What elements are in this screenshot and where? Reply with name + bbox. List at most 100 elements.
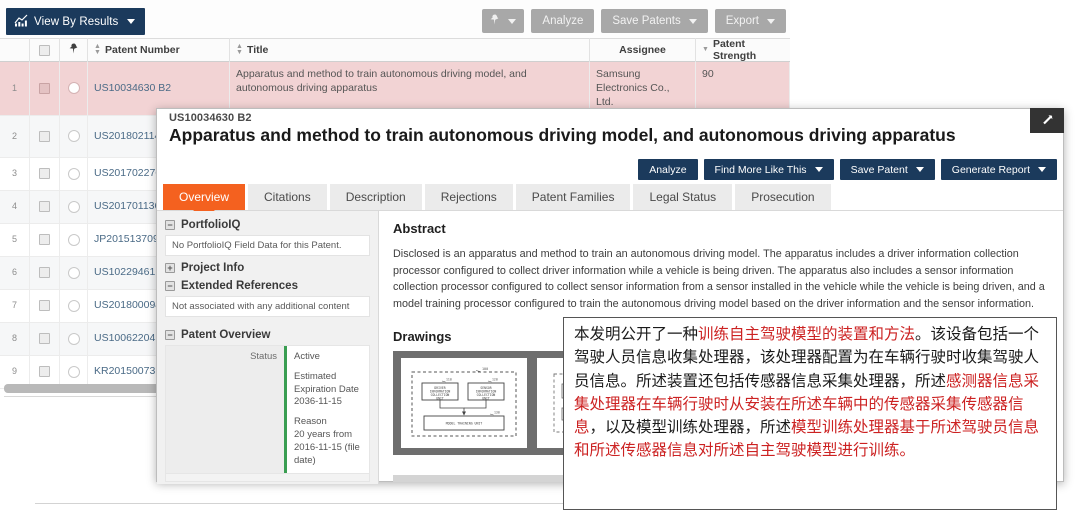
row-checkbox[interactable] <box>39 234 50 246</box>
row-number: 6 <box>0 256 30 289</box>
portfolioiq-empty-message: No PortfolioIQ Field Data for this Paten… <box>165 235 370 256</box>
save-patent-label: Save Patent <box>850 163 908 176</box>
row-pin-cell[interactable] <box>60 157 88 190</box>
row-pin-cell[interactable] <box>60 289 88 322</box>
row-checkbox-cell[interactable] <box>30 223 60 256</box>
find-more-like-this-button[interactable]: Find More Like This <box>703 159 834 180</box>
row-number: 9 <box>0 355 30 388</box>
generate-report-button[interactable]: Generate Report <box>940 159 1057 180</box>
extended-references-empty-message: Not associated with any additional conte… <box>165 296 370 317</box>
collapse-minus-icon[interactable]: − <box>165 281 175 291</box>
row-checkbox-cell[interactable] <box>30 115 60 157</box>
pin-toggle[interactable] <box>67 82 80 95</box>
row-pin-cell[interactable] <box>60 190 88 223</box>
row-checkbox-cell[interactable] <box>30 256 60 289</box>
row-number: 1 <box>0 62 30 115</box>
save-patents-button[interactable]: Save Patents <box>601 9 708 33</box>
tab-rejections[interactable]: Rejections <box>424 184 513 210</box>
col-rownum <box>0 38 30 62</box>
pin-toggle[interactable] <box>67 130 80 143</box>
patent-overview-status-card: Status Active Estimated Expiration Date … <box>165 345 370 474</box>
col-patent-number[interactable]: ▲ ▼ Patent Number <box>88 38 230 62</box>
drawing-thumbnail[interactable]: 100 DRIVER INFORMATION COLLECTION UNIT 1… <box>401 357 527 448</box>
tab-description[interactable]: Description <box>329 184 422 210</box>
row-checkbox-cell[interactable] <box>30 355 60 388</box>
row-checkbox[interactable] <box>39 267 50 279</box>
tab-legal-status[interactable]: Legal Status <box>633 184 733 210</box>
export-button[interactable]: Export <box>714 9 786 33</box>
row-checkbox[interactable] <box>39 82 50 94</box>
svg-text:UNIT: UNIT <box>482 396 490 400</box>
pin-toggle[interactable] <box>67 299 80 312</box>
results-toolbar: View By Results Analyze Save Patents Exp… <box>0 0 790 38</box>
chevron-down-icon <box>688 18 697 24</box>
tab-overview[interactable]: Overview <box>163 184 246 210</box>
expiration-label: Estimated Expiration Date <box>294 370 359 395</box>
tab-prosecution[interactable]: Prosecution <box>735 184 831 210</box>
pin-toggle[interactable] <box>67 233 80 246</box>
col-patent-strength[interactable]: ▼ Patent Strength <box>696 38 790 62</box>
row-checkbox-cell[interactable] <box>30 322 60 355</box>
row-pin-cell[interactable] <box>60 256 88 289</box>
col-pin[interactable] <box>60 38 88 62</box>
pin-toggle[interactable] <box>67 200 80 213</box>
col-select-all[interactable] <box>30 38 60 62</box>
section-extended-references-label: Extended References <box>181 280 298 292</box>
row-number: 5 <box>0 223 30 256</box>
cell-title[interactable]: Apparatus and method to train autonomous… <box>230 62 590 115</box>
row-checkbox[interactable] <box>39 300 50 312</box>
toolbar-right-actions: Analyze Save Patents Export <box>482 9 786 33</box>
tab-patent-families[interactable]: Patent Families <box>515 184 631 210</box>
pin-dropdown-button[interactable] <box>482 9 525 33</box>
row-checkbox[interactable] <box>39 168 50 180</box>
find-more-like-this-label: Find More Like This <box>714 163 807 176</box>
row-pin-cell[interactable] <box>60 223 88 256</box>
sort-icon: ▲ ▼ <box>236 43 243 56</box>
row-checkbox-cell[interactable] <box>30 190 60 223</box>
tooltip-segment: 本发明公开了一种 <box>574 325 699 343</box>
translation-tooltip: 本发明公开了一种训练自主驾驶模型的装置和方法。该设备包括一个驾驶人员信息收集处理… <box>563 317 1057 510</box>
pin-toggle[interactable] <box>67 266 80 279</box>
tab-citations[interactable]: Citations <box>248 184 327 210</box>
row-pin-cell[interactable] <box>60 115 88 157</box>
analyze-button[interactable]: Analyze <box>638 159 698 180</box>
row-checkbox-cell[interactable] <box>30 289 60 322</box>
section-patent-overview[interactable]: − Patent Overview <box>165 329 370 341</box>
row-number: 7 <box>0 289 30 322</box>
section-extended-references[interactable]: − Extended References <box>165 280 370 292</box>
expand-plus-icon[interactable]: + <box>165 263 175 273</box>
row-checkbox-cell[interactable] <box>30 62 60 115</box>
section-project-info[interactable]: + Project Info <box>165 262 370 274</box>
view-by-results-button[interactable]: View By Results <box>6 8 146 35</box>
row-checkbox[interactable] <box>39 366 50 378</box>
chevron-down-icon <box>508 18 517 24</box>
svg-text:MODEL TRAINING UNIT: MODEL TRAINING UNIT <box>446 421 483 425</box>
svg-text:110: 110 <box>446 377 452 381</box>
collapse-minus-icon[interactable]: − <box>165 330 175 340</box>
chart-bars-icon <box>14 14 28 30</box>
section-portfolioiq-label: PortfolioIQ <box>181 219 241 231</box>
pin-toggle[interactable] <box>67 365 80 378</box>
row-pin-cell[interactable] <box>60 62 88 115</box>
overlay-patent-number: US10034630 B2 <box>169 112 252 124</box>
row-checkbox[interactable] <box>39 201 50 213</box>
chevron-down-icon <box>915 167 924 172</box>
collapse-minus-icon[interactable]: − <box>165 220 175 230</box>
row-pin-cell[interactable] <box>60 322 88 355</box>
row-number: 4 <box>0 190 30 223</box>
row-pin-cell[interactable] <box>60 355 88 388</box>
analyze-button[interactable]: Analyze <box>531 9 595 33</box>
view-by-results-label: View By Results <box>34 15 119 28</box>
col-assignee[interactable]: Assignee <box>590 38 696 62</box>
select-all-checkbox[interactable] <box>39 44 50 56</box>
row-checkbox[interactable] <box>39 130 50 142</box>
row-checkbox[interactable] <box>39 333 50 345</box>
col-title[interactable]: ▲ ▼ Title <box>230 38 590 62</box>
pin-toggle[interactable] <box>67 167 80 180</box>
pin-toggle[interactable] <box>67 332 80 345</box>
section-portfolioiq[interactable]: − PortfolioIQ <box>165 219 370 231</box>
chevron-down-icon <box>127 19 136 24</box>
row-checkbox-cell[interactable] <box>30 157 60 190</box>
cell-patent-number[interactable]: US10034630 B2 <box>88 62 230 115</box>
save-patent-button[interactable]: Save Patent <box>839 159 935 180</box>
